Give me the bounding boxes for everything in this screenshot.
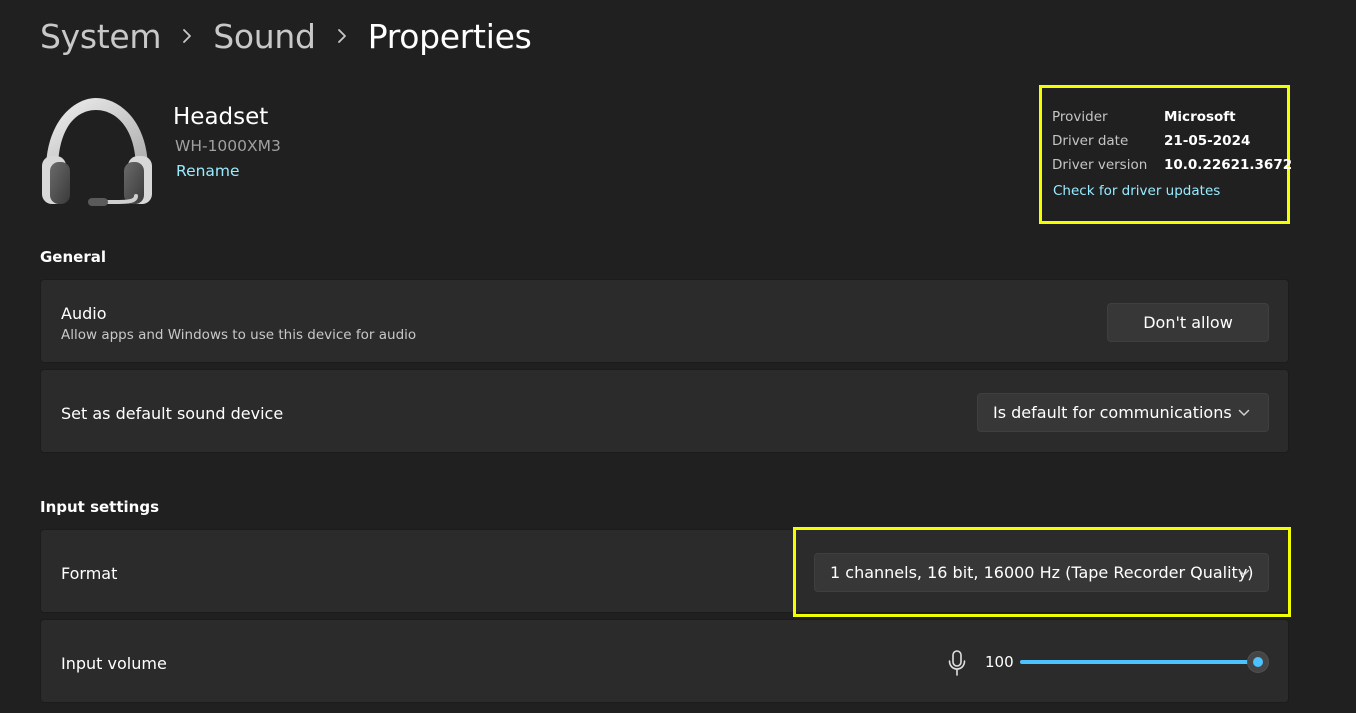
default-device-card: Set as default sound device Is default f… bbox=[40, 369, 1289, 453]
chevron-down-icon bbox=[1238, 569, 1250, 576]
breadcrumb-system[interactable]: System bbox=[40, 17, 162, 56]
audio-title: Audio bbox=[61, 304, 107, 323]
default-device-selected: Is default for communications bbox=[993, 403, 1232, 422]
driver-version-row: Driver version 10.0.22621.3672 bbox=[1052, 157, 1292, 173]
breadcrumb-sound[interactable]: Sound bbox=[213, 17, 316, 56]
device-name: Headset bbox=[173, 104, 269, 130]
format-selected: 1 channels, 16 bit, 16000 Hz (Tape Recor… bbox=[830, 563, 1254, 582]
format-title: Format bbox=[61, 564, 118, 583]
input-settings-section-title: Input settings bbox=[40, 498, 159, 516]
check-driver-updates-link[interactable]: Check for driver updates bbox=[1053, 183, 1220, 199]
chevron-down-icon bbox=[1238, 409, 1250, 416]
input-volume-slider-thumb[interactable] bbox=[1247, 651, 1269, 673]
driver-date-row: Driver date 21-05-2024 bbox=[1052, 133, 1250, 149]
breadcrumb: System Sound Properties bbox=[40, 14, 532, 58]
driver-date-label: Driver date bbox=[1052, 133, 1129, 149]
format-dropdown[interactable]: 1 channels, 16 bit, 16000 Hz (Tape Recor… bbox=[814, 553, 1269, 592]
driver-version-label: Driver version bbox=[1052, 157, 1148, 173]
sound-properties-page: System Sound Properties Headset WH-1000X… bbox=[0, 0, 1356, 713]
input-volume-title: Input volume bbox=[61, 654, 167, 673]
audio-card: Audio Allow apps and Windows to use this… bbox=[40, 279, 1289, 363]
input-volume-slider-fill bbox=[1020, 660, 1258, 664]
driver-provider-value: Microsoft bbox=[1164, 109, 1236, 125]
microphone-icon bbox=[948, 650, 966, 676]
dont-allow-button-label: Don't allow bbox=[1143, 313, 1233, 332]
format-card: Format 1 channels, 16 bit, 16000 Hz (Tap… bbox=[40, 529, 1289, 613]
dont-allow-button[interactable]: Don't allow bbox=[1107, 303, 1269, 342]
breadcrumb-properties: Properties bbox=[367, 16, 532, 56]
headset-icon bbox=[36, 92, 158, 212]
general-section-title: General bbox=[40, 248, 106, 266]
chevron-right-icon bbox=[161, 28, 213, 44]
driver-info-panel: Provider Microsoft Driver date 21-05-2024 … bbox=[1039, 85, 1292, 224]
device-model: WH-1000XM3 bbox=[175, 137, 281, 155]
input-volume-card: Input volume 100 bbox=[40, 619, 1289, 703]
chevron-right-icon bbox=[316, 28, 368, 44]
audio-subtitle: Allow apps and Windows to use this devic… bbox=[61, 327, 417, 343]
default-device-dropdown[interactable]: Is default for communications bbox=[977, 393, 1269, 432]
driver-version-value: 10.0.22621.3672 bbox=[1164, 157, 1293, 173]
input-volume-value: 100 bbox=[985, 653, 1014, 671]
driver-provider-row: Provider Microsoft bbox=[1052, 109, 1236, 125]
rename-link[interactable]: Rename bbox=[176, 162, 240, 180]
default-device-title: Set as default sound device bbox=[61, 404, 284, 423]
input-volume-slider[interactable] bbox=[1020, 660, 1258, 664]
driver-provider-label: Provider bbox=[1052, 109, 1108, 125]
driver-date-value: 21-05-2024 bbox=[1164, 133, 1251, 149]
